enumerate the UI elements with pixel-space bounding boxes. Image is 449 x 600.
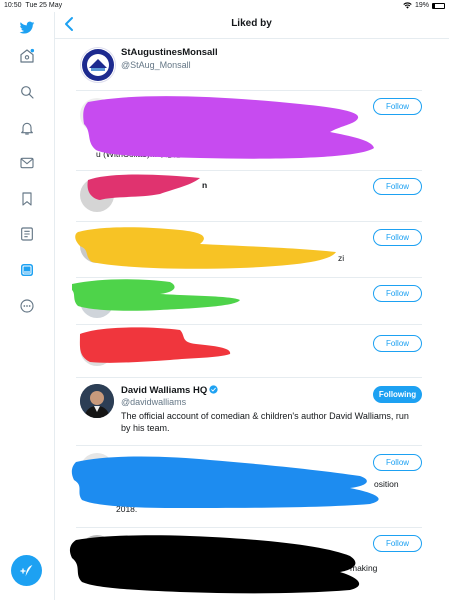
notifications-icon[interactable] [17,118,37,138]
bio-fragment: osition [374,479,399,489]
follow-button[interactable]: Follow [373,98,422,115]
name-fragment: n [202,180,208,190]
bookmarks-icon[interactable] [17,189,37,209]
status-right: 19% [403,2,445,9]
user-row[interactable]: Follow [76,324,422,378]
twitter-logo-icon[interactable] [17,18,37,38]
avatar[interactable] [80,535,114,569]
avatar[interactable] [80,284,114,318]
user-row[interactable]: David Walliams HQ @davidwalliams The off… [76,377,422,446]
user-handle: @StAug_Monsall [121,60,191,70]
avatar[interactable] [80,384,114,418]
user-name[interactable]: StAugustinesMonsall [121,47,218,58]
user-row[interactable]: Follow [76,277,422,325]
avatar[interactable] [80,98,114,132]
profile-icon[interactable] [17,260,37,280]
avatar[interactable] [80,178,114,212]
bio-fragment: making [350,563,378,573]
user-row[interactable]: StAugustinesMonsall @StAug_Monsall [76,39,422,91]
home-icon[interactable] [17,46,37,66]
user-row[interactable]: making Follow [76,527,422,600]
battery-percent: 19% [414,2,429,9]
user-handle: @davidwalliams [121,397,187,407]
status-time: 10:50 Tue 25 May [4,2,63,9]
compose-tweet-icon [19,564,32,576]
compose-tweet-button[interactable] [11,555,42,586]
user-bio: The official account of comedian & child… [121,411,409,433]
wifi-icon [403,2,412,9]
messages-icon[interactable] [17,153,37,173]
user-row[interactable]: n Follow [76,170,422,222]
follow-button[interactable]: Follow [373,178,422,195]
battery-icon [432,2,445,9]
following-button[interactable]: Following [373,386,422,403]
status-bar: 10:50 Tue 25 May 19% [0,0,449,12]
follow-button[interactable]: Follow [373,285,422,302]
sidebar [0,12,55,600]
battery-fill [433,3,436,8]
follow-button[interactable]: Follow [373,335,422,352]
avatar[interactable] [80,453,114,487]
user-name-container[interactable]: David Walliams HQ [121,385,218,396]
page-title: Liked by [231,18,272,29]
bio-fragment: zi [338,253,345,263]
avatar[interactable] [80,332,114,366]
user-row[interactable]: zi Follow [76,221,422,278]
user-row[interactable]: osition 2018. Follow [76,445,422,528]
follow-button[interactable]: Follow [373,535,422,552]
follow-button[interactable]: Follow [373,229,422,246]
avatar[interactable] [80,47,116,83]
bio-fragment: u (WithCollab)...の思返 [96,149,183,159]
user-row[interactable]: u (WithCollab)...の思返 Follow [76,90,422,171]
bio-fragment: 2018. [116,504,138,514]
avatar[interactable] [80,229,114,263]
page-header: Liked by [54,12,449,39]
search-icon[interactable] [17,82,37,102]
lists-icon[interactable] [17,224,37,244]
more-icon[interactable] [17,296,37,316]
verified-badge-icon [209,385,218,394]
follow-button[interactable]: Follow [373,454,422,471]
user-name[interactable]: David Walliams HQ [121,385,207,396]
